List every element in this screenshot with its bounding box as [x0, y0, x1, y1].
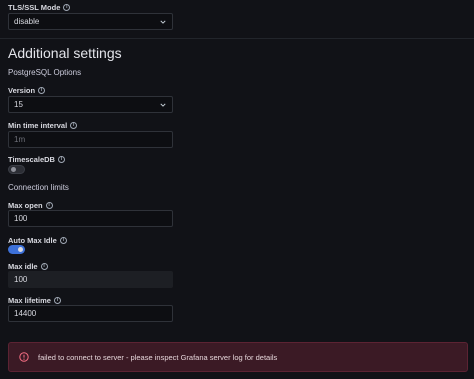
info-icon[interactable]: i [53, 297, 61, 304]
section-title-additional-settings: Additional settings [8, 45, 122, 61]
version-label: Version i [8, 86, 46, 95]
chevron-down-icon [160, 103, 166, 107]
toggle-knob [18, 246, 23, 252]
info-icon[interactable]: i [38, 87, 46, 94]
min-time-interval-label: Min time interval i [8, 121, 78, 130]
info-icon[interactable]: i [59, 237, 67, 244]
max-idle-input[interactable]: 100 [8, 271, 173, 288]
postgresql-options-title: PostgreSQL Options [8, 68, 82, 77]
max-open-input[interactable]: 100 [8, 210, 173, 227]
tls-section: TLS/SSL Mode i disable [0, 0, 474, 38]
section-divider [0, 38, 474, 39]
max-lifetime-input[interactable]: 14400 [8, 305, 173, 322]
info-icon[interactable]: i [63, 4, 71, 11]
tls-mode-label: TLS/SSL Mode i [8, 3, 71, 12]
version-select[interactable]: 15 [8, 96, 173, 113]
max-open-label: Max open i [8, 201, 53, 210]
tls-mode-select[interactable]: disable [8, 13, 173, 30]
chevron-down-icon [160, 20, 166, 24]
info-icon[interactable]: i [70, 122, 78, 129]
connection-limits-title: Connection limits [8, 183, 69, 192]
min-time-interval-input[interactable]: 1m [8, 131, 173, 148]
exclamation-circle-icon [19, 352, 29, 362]
timescaledb-label: TimescaleDB i [8, 155, 65, 164]
info-icon[interactable]: i [40, 263, 48, 270]
error-alert: failed to connect to server - please ins… [8, 342, 468, 372]
info-icon[interactable]: i [45, 202, 53, 209]
error-alert-message: failed to connect to server - please ins… [38, 353, 278, 362]
timescaledb-toggle[interactable] [8, 165, 25, 174]
auto-max-idle-label: Auto Max Idle i [8, 236, 67, 245]
auto-max-idle-toggle[interactable] [8, 245, 25, 254]
toggle-knob [11, 167, 16, 172]
max-idle-label: Max idle i [8, 262, 48, 271]
max-lifetime-label: Max lifetime i [8, 296, 61, 305]
info-icon[interactable]: i [57, 156, 65, 163]
